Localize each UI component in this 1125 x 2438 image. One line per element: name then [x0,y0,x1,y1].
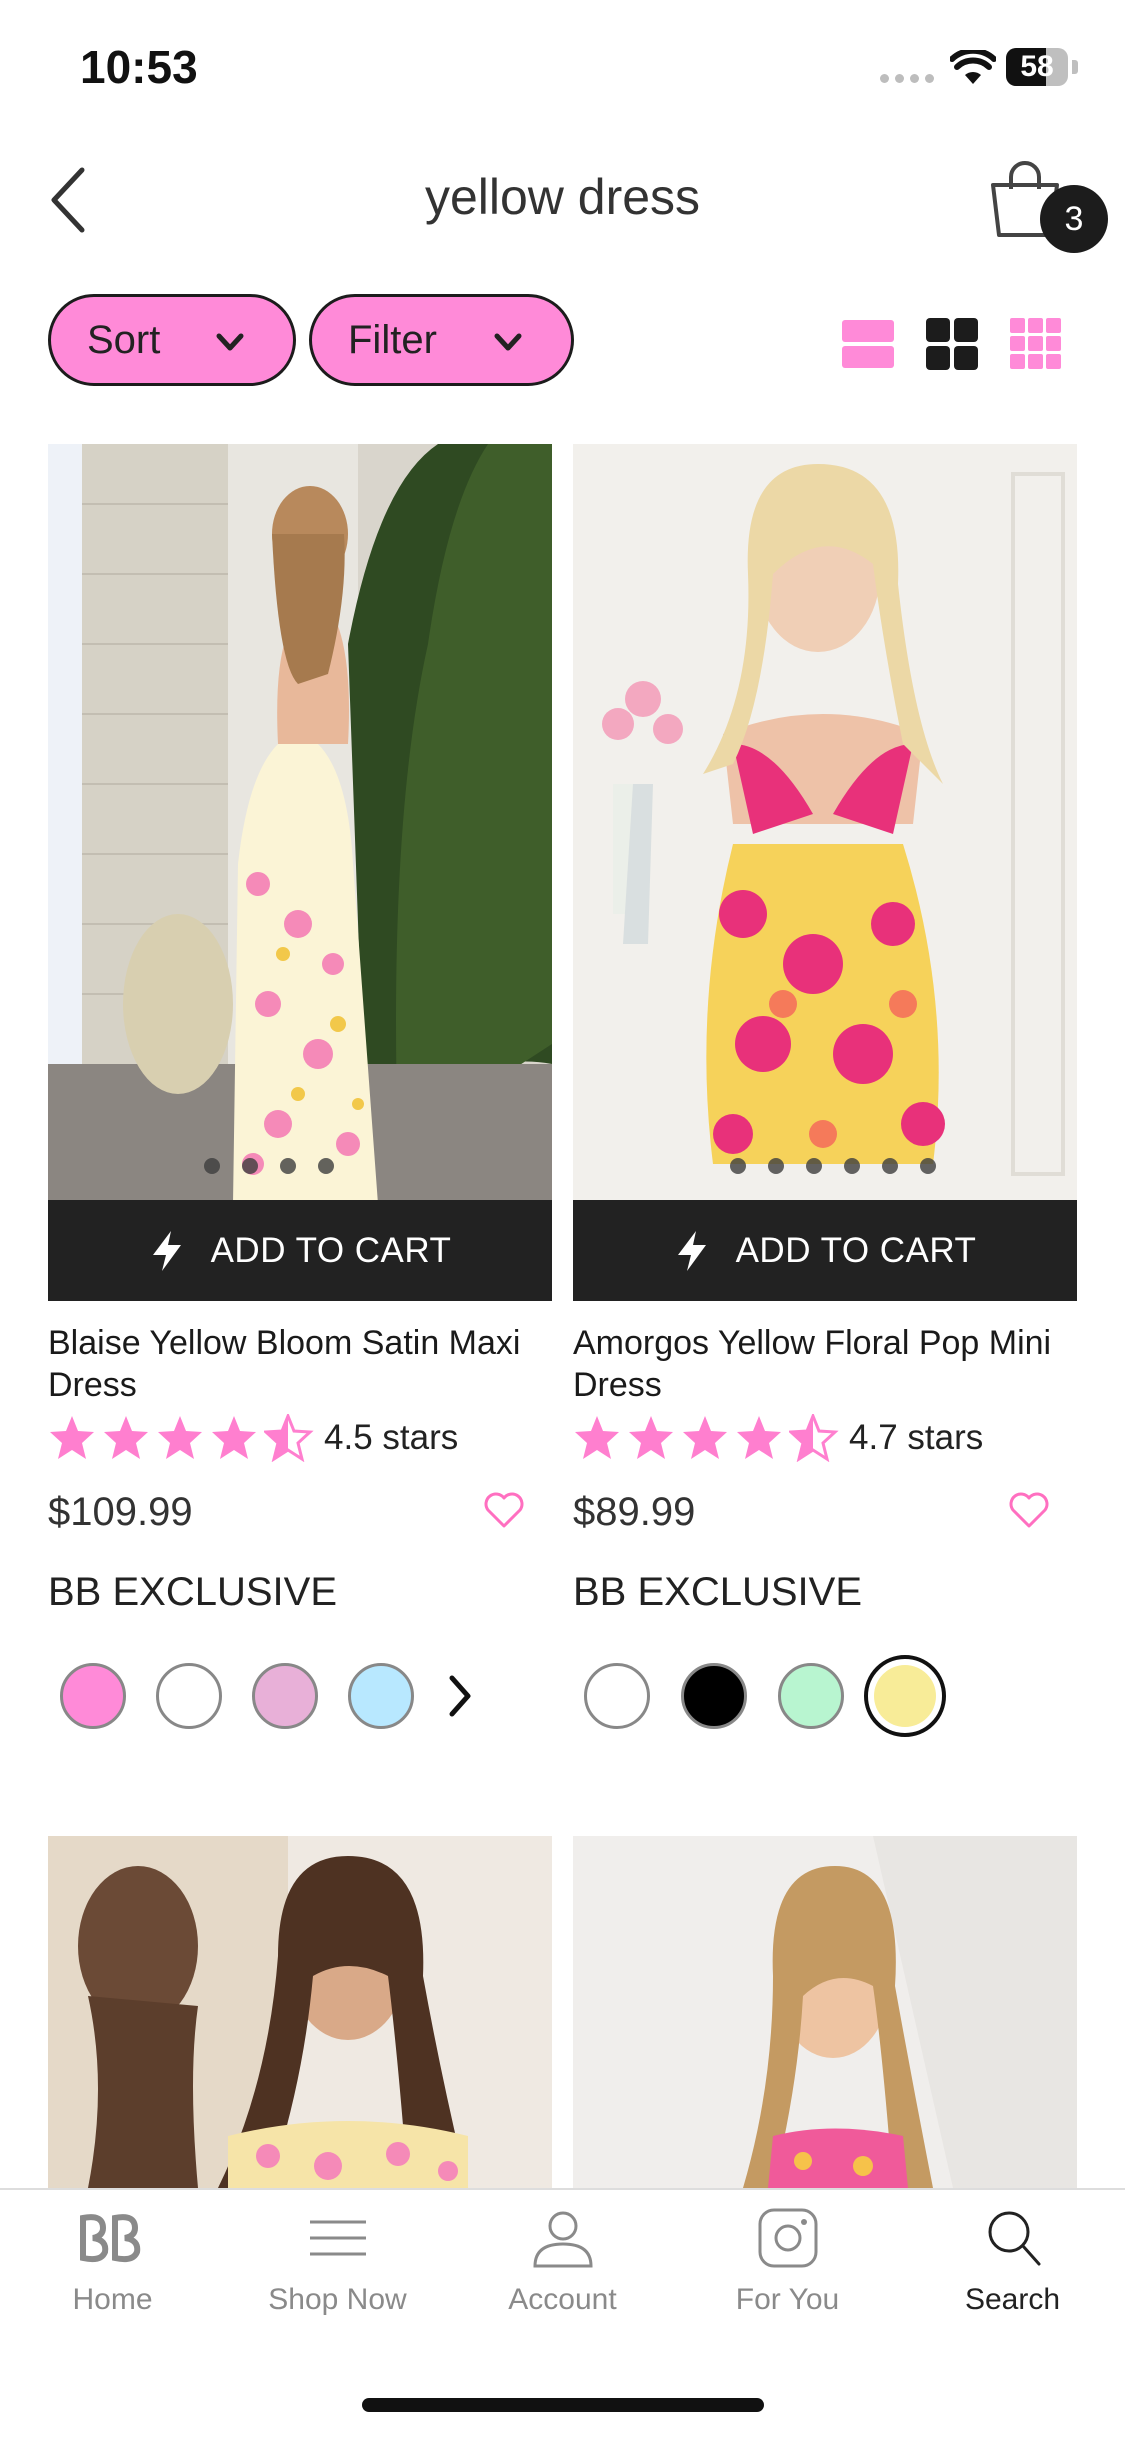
color-swatch[interactable] [348,1663,414,1729]
half-star-icon [264,1414,314,1462]
star-icon [737,1416,781,1459]
battery-icon: 58 [1006,48,1068,86]
product-image[interactable] [573,1836,1077,2188]
user-icon [532,2211,593,2268]
dense-grid-view-icon[interactable] [1008,316,1064,372]
cart-count-badge: 3 [1040,185,1108,253]
product-image[interactable] [48,444,552,1200]
filter-button[interactable]: Filter [309,294,574,386]
image-pagination-dots [204,1158,334,1174]
chevron-down-icon [216,333,244,351]
tab-search[interactable]: Search [900,2208,1125,2317]
add-to-cart-button[interactable]: ADD TO CART [573,1200,1077,1301]
lightning-icon [152,1230,181,1271]
star-icon [104,1416,148,1459]
chevron-down-icon [494,333,522,351]
color-swatch[interactable] [778,1663,844,1729]
star-icon [212,1416,256,1459]
search-icon [988,2211,1040,2266]
tab-label: Search [964,2283,1061,2316]
instagram-icon [758,2208,817,2268]
product-price: $109.99 [48,1490,193,1534]
battery-tip [1072,60,1078,74]
tab-label: For You [735,2283,840,2316]
sort-label: Sort [87,317,161,362]
tab-label: Home [72,2283,153,2316]
color-swatch[interactable] [156,1663,222,1729]
star-icon [50,1416,94,1459]
status-time: 10:53 [80,41,198,93]
product-image[interactable] [48,1836,552,2188]
brand-logo-icon [79,2214,140,2263]
grid-view-icon[interactable] [924,316,980,372]
page-title: yellow dress [424,169,701,225]
color-swatch-selected[interactable] [864,1655,946,1737]
tab-home[interactable]: Home [0,2208,225,2317]
cellular-signal-icon [880,74,934,83]
color-swatch[interactable] [584,1663,650,1729]
tab-shop-now[interactable]: Shop Now [225,2208,450,2317]
exclusive-badge: BB EXCLUSIVE [573,1570,863,1614]
star-icon [158,1416,202,1459]
chevron-right-icon[interactable] [440,1672,480,1720]
lightning-icon [677,1230,706,1271]
add-to-cart-button[interactable]: ADD TO CART [48,1200,552,1301]
heart-icon[interactable] [1007,1490,1051,1530]
product-image[interactable] [573,444,1077,1200]
sort-button[interactable]: Sort [48,294,296,386]
rating-text: 4.7 stars [849,1418,984,1457]
rating-text: 4.5 stars [324,1418,459,1457]
rating-stars: 4.7 stars [573,1414,983,1462]
heart-icon[interactable] [482,1490,526,1530]
menu-icon [309,2220,366,2256]
star-icon [575,1416,619,1459]
half-star-icon [789,1414,839,1462]
home-indicator [362,2398,764,2412]
exclusive-badge: BB EXCLUSIVE [48,1570,338,1614]
image-pagination-dots [730,1158,936,1174]
product-name[interactable]: Blaise Yellow Bloom Satin Maxi Dress [48,1322,558,1406]
product-name[interactable]: Amorgos Yellow Floral Pop Mini Dress [573,1322,1083,1406]
add-to-cart-label: ADD TO CART [210,1230,452,1270]
rating-stars: 4.5 stars [48,1414,458,1462]
tab-account[interactable]: Account [450,2208,675,2317]
color-swatch[interactable] [60,1663,126,1729]
star-icon [683,1416,727,1459]
star-icon [629,1416,673,1459]
list-view-icon[interactable] [840,316,896,372]
product-price: $89.99 [573,1490,696,1534]
filter-label: Filter [348,317,437,362]
color-swatch[interactable] [681,1663,747,1729]
wifi-icon [950,50,996,84]
tab-label: Shop Now [268,2283,407,2316]
color-swatch[interactable] [252,1663,318,1729]
tab-label: Account [508,2283,617,2316]
back-arrow-icon[interactable] [40,160,100,240]
tab-for-you[interactable]: For You [675,2208,900,2317]
add-to-cart-label: ADD TO CART [735,1230,977,1270]
